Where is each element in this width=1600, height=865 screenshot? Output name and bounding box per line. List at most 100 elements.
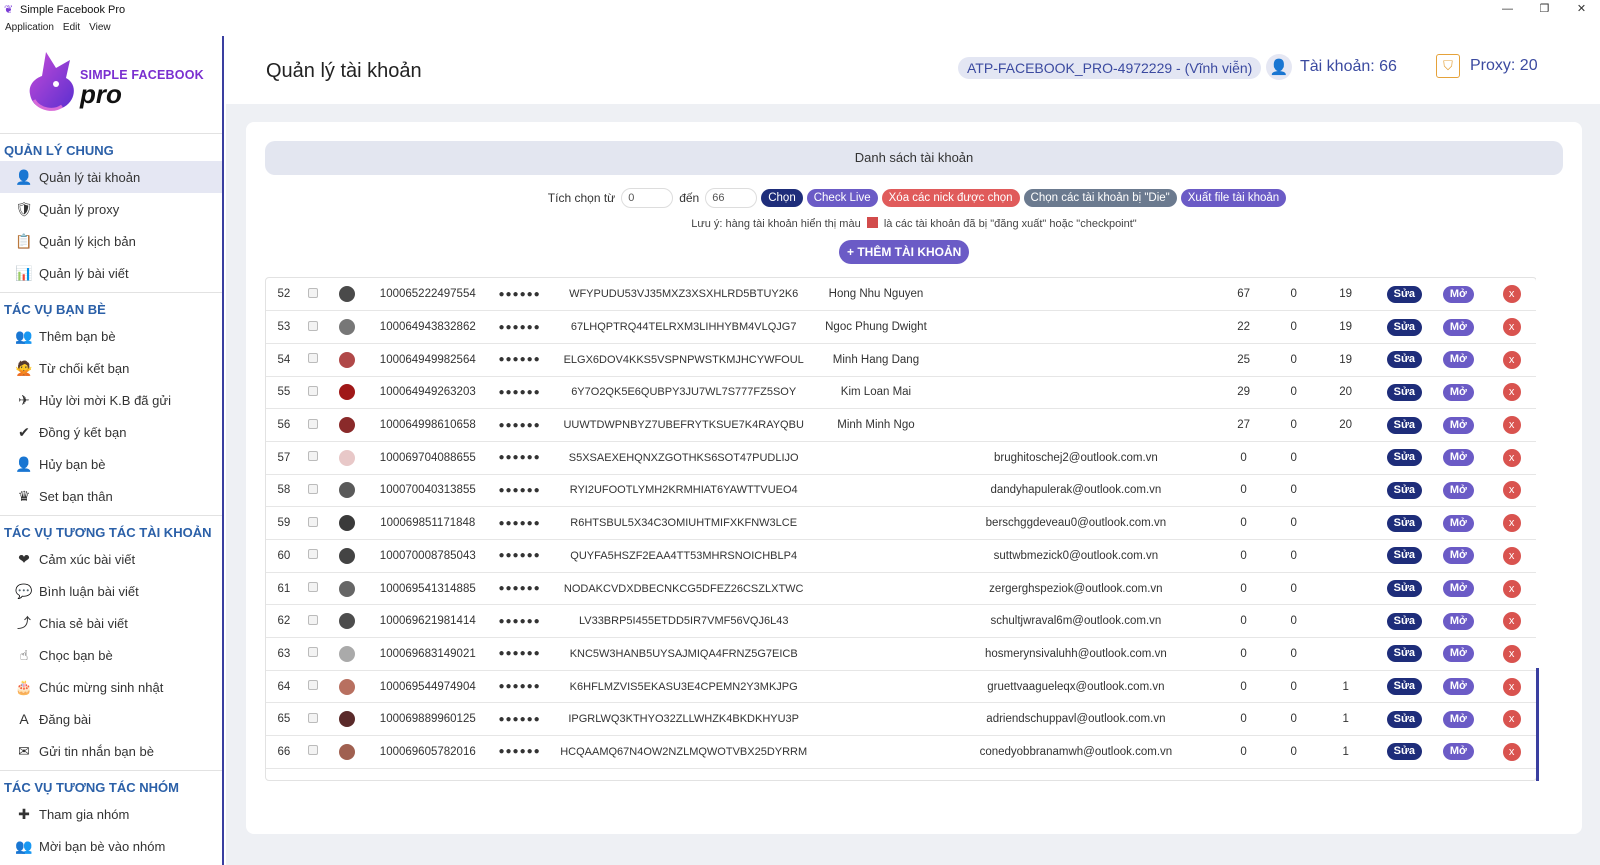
sidebar-item[interactable]: 📋 Quản lý kịch bản [0, 225, 222, 257]
sidebar-item[interactable]: ☝ Chọc bạn bè [0, 639, 222, 671]
export-button[interactable]: Xuất file tài khoản [1180, 189, 1287, 207]
sidebar-item[interactable]: 👥 Thêm bạn bè [0, 320, 222, 352]
table-row[interactable]: 65 100069889960125 ●●●●●● IPGRLWQ3KTHYO32ZL… [266, 703, 1536, 736]
open-button[interactable]: Mở [1442, 481, 1474, 499]
minimize-icon[interactable]: — [1489, 0, 1526, 19]
checkbox[interactable] [308, 647, 319, 658]
sidebar-item[interactable]: 🎂 Chúc mừng sinh nhật [0, 671, 222, 703]
delete-row-button[interactable]: x [1502, 285, 1521, 304]
table-row[interactable]: 55 100064949263203 ●●●●●● 6Y7O2QK5E6QUBPY3J… [266, 376, 1536, 409]
table-row[interactable]: 64 100069544974904 ●●●●●● K6HFLMZVIS5EKASU3… [266, 670, 1536, 703]
row-checkbox[interactable] [302, 605, 325, 638]
checkbox[interactable] [308, 712, 319, 723]
add-account-button[interactable]: + THÊM TÀI KHOẢN [839, 240, 970, 264]
open-button[interactable]: Mở [1442, 743, 1474, 761]
sidebar-item[interactable]: ⤴ Chia sẻ bài viết [0, 607, 222, 639]
sidebar-item[interactable]: 💬 Bình luận bài viết [0, 575, 222, 607]
checkbox[interactable] [308, 320, 319, 331]
edit-button[interactable]: Sửa [1386, 645, 1423, 663]
delete-row-button[interactable]: x [1502, 710, 1521, 729]
sidebar-item[interactable]: ✈ Hủy lời mời K.B đã gửi [0, 384, 222, 416]
row-checkbox[interactable] [302, 343, 325, 376]
sidebar-item[interactable]: 👤 Quản lý tài khoản [0, 161, 222, 193]
select-from-input[interactable] [621, 188, 674, 208]
edit-button[interactable]: Sửa [1386, 285, 1423, 303]
table-row[interactable]: 63 100069683149021 ●●●●●● KNC5W3HANB5UYSAJM… [266, 638, 1536, 671]
checkbox[interactable] [308, 287, 319, 298]
table-row[interactable]: 54 100064949982564 ●●●●●● ELGX6DOV4KKS5VSPN… [266, 343, 1536, 377]
edit-button[interactable]: Sửa [1386, 678, 1423, 696]
checkbox[interactable] [308, 451, 319, 462]
open-button[interactable]: Mở [1442, 710, 1474, 728]
checkbox[interactable] [308, 483, 319, 494]
delete-row-button[interactable]: x [1502, 546, 1521, 565]
open-button[interactable]: Mở [1442, 416, 1474, 434]
open-button[interactable]: Mở [1442, 514, 1474, 532]
edit-button[interactable]: Sửa [1386, 743, 1423, 761]
sidebar-item[interactable]: ✚ Tham gia nhóm [0, 798, 222, 830]
row-checkbox[interactable] [302, 474, 325, 507]
row-checkbox[interactable] [302, 703, 325, 736]
row-checkbox[interactable] [302, 540, 325, 573]
edit-button[interactable]: Sửa [1386, 514, 1423, 532]
row-checkbox[interactable] [302, 736, 325, 769]
sidebar-item[interactable]: 👤 Hủy bạn bè [0, 448, 222, 480]
delete-selected-button[interactable]: Xóa các nick được chọn [881, 189, 1020, 207]
edit-button[interactable]: Sửa [1386, 383, 1423, 401]
open-button[interactable]: Mở [1442, 351, 1474, 369]
checkbox[interactable] [308, 353, 319, 364]
sidebar-item[interactable]: A Đăng bài [0, 703, 222, 735]
table-row[interactable]: 60 100070008785043 ●●●●●● QUYFA5HSZF2EAA4TT… [266, 540, 1536, 573]
open-button[interactable]: Mở [1442, 285, 1474, 303]
open-button[interactable]: Mở [1442, 645, 1474, 663]
delete-row-button[interactable]: x [1502, 742, 1521, 761]
row-checkbox[interactable] [302, 376, 325, 409]
table-row[interactable]: 57 100069704088655 ●●●●●● S5XSAEXEHQNXZGOTH… [266, 441, 1536, 475]
checkbox[interactable] [308, 614, 319, 625]
sidebar-item[interactable]: ❤ Cảm xúc bài viết [0, 543, 222, 575]
table-row[interactable]: 56 100064998610658 ●●●●●● UUWTDWPNBYZ7UBEFR… [266, 409, 1536, 442]
menu-application[interactable]: Application [5, 22, 54, 33]
row-checkbox[interactable] [302, 278, 325, 311]
sidebar-item[interactable]: 🛡 Quản lý proxy [0, 193, 222, 225]
delete-row-button[interactable]: x [1502, 677, 1521, 696]
table-row[interactable]: 62 100069621981414 ●●●●●● LV33BRP5I455ETDD5… [266, 605, 1536, 638]
delete-row-button[interactable]: x [1502, 481, 1521, 500]
edit-button[interactable]: Sửa [1386, 449, 1423, 467]
close-icon[interactable]: ✕ [1563, 0, 1600, 19]
table-row[interactable]: 52 100065222497554 ●●●●●● WFYPUDU53VJ35MXZ3… [266, 278, 1536, 311]
maximize-icon[interactable]: ❐ [1526, 0, 1563, 19]
open-button[interactable]: Mở [1442, 449, 1474, 467]
delete-row-button[interactable]: x [1502, 579, 1521, 598]
edit-button[interactable]: Sửa [1386, 351, 1423, 369]
checkbox[interactable] [308, 385, 319, 396]
edit-button[interactable]: Sửa [1386, 612, 1423, 630]
delete-row-button[interactable]: x [1502, 318, 1521, 337]
open-button[interactable]: Mở [1442, 612, 1474, 630]
edit-button[interactable]: Sửa [1386, 710, 1423, 728]
sidebar-item[interactable]: 🙅 Từ chối kết bạn [0, 352, 222, 384]
row-checkbox[interactable] [302, 572, 325, 605]
open-button[interactable]: Mở [1442, 580, 1474, 598]
checkbox[interactable] [308, 745, 319, 756]
delete-row-button[interactable]: x [1502, 416, 1521, 435]
edit-button[interactable]: Sửa [1386, 580, 1423, 598]
select-die-button[interactable]: Chọn các tài khoản bị "Die" [1023, 189, 1177, 207]
select-to-input[interactable] [705, 188, 758, 208]
edit-button[interactable]: Sửa [1386, 416, 1423, 434]
checkbox[interactable] [308, 418, 319, 429]
row-checkbox[interactable] [302, 311, 325, 344]
choose-button[interactable]: Chọn [761, 189, 803, 207]
open-button[interactable]: Mở [1442, 547, 1474, 565]
delete-row-button[interactable]: x [1502, 514, 1521, 533]
checkbox[interactable] [308, 582, 319, 593]
table-row[interactable]: 58 100070040313855 ●●●●●● RYI2UFOOTLYMH2KRM… [266, 474, 1536, 507]
delete-row-button[interactable]: x [1502, 383, 1521, 402]
sidebar-item[interactable]: 📊 Quản lý bài viết [0, 257, 222, 289]
row-checkbox[interactable] [302, 507, 325, 540]
sidebar-item[interactable]: 👥 Mời bạn bè vào nhóm [0, 830, 222, 862]
sidebar-item[interactable]: ✔ Đồng ý kết bạn [0, 416, 222, 448]
edit-button[interactable]: Sửa [1386, 547, 1423, 565]
sidebar-item[interactable]: ♛ Set bạn thân [0, 480, 222, 512]
table-row[interactable]: 66 100069605782016 ●●●●●● HCQAAMQ67N4OW2NZL… [266, 736, 1536, 769]
